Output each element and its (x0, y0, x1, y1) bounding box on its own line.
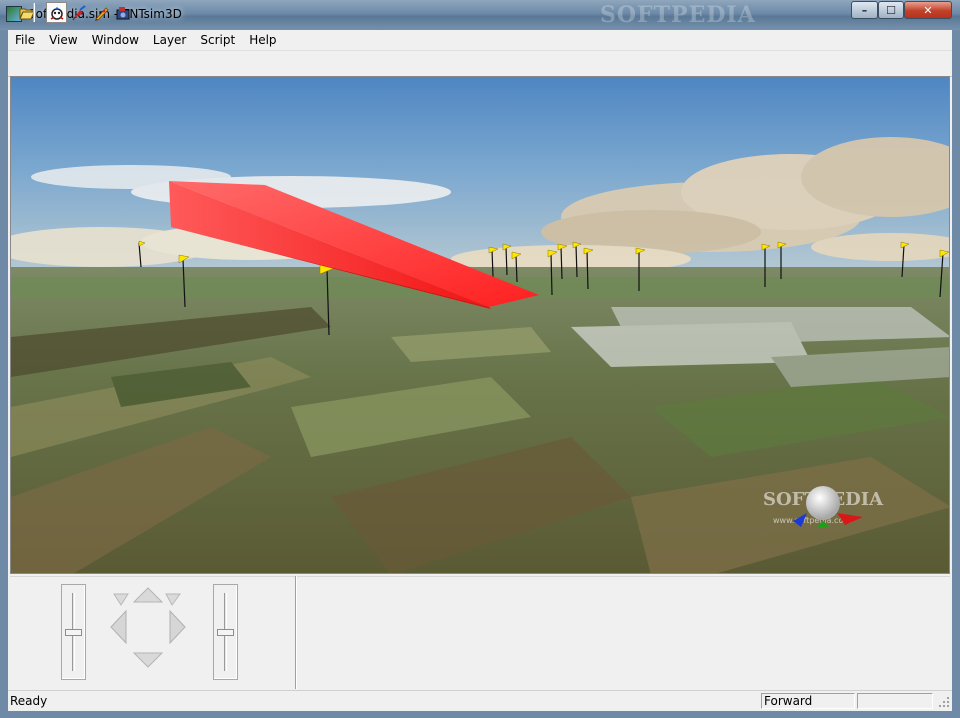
record-button[interactable] (112, 2, 133, 23)
status-extra-pane (857, 693, 933, 709)
navigate-button[interactable] (46, 2, 67, 23)
terrain-scene[interactable]: SOFTPEDIA www.softpedia.com (11, 77, 950, 574)
menu-window[interactable]: Window (85, 30, 146, 50)
menu-script[interactable]: Script (193, 30, 242, 50)
status-text: Ready (10, 694, 48, 708)
up-right-arrow-icon[interactable] (165, 593, 181, 606)
left-slider-thumb[interactable] (65, 629, 82, 636)
minimize-button[interactable]: – (851, 1, 878, 19)
walk-icon (50, 6, 63, 20)
svg-text:www.softpedia.com: www.softpedia.com (773, 516, 851, 525)
status-mode-pane: Forward (761, 693, 855, 709)
camera-icon (116, 6, 129, 19)
pick-button[interactable] (90, 2, 111, 23)
left-arrow-icon[interactable] (110, 609, 127, 645)
left-slider[interactable] (61, 584, 86, 680)
right-slider-thumb[interactable] (217, 629, 234, 636)
pencil-icon (94, 6, 109, 21)
menu-help[interactable]: Help (242, 30, 283, 50)
fly-button[interactable] (68, 2, 89, 23)
right-slider[interactable] (213, 584, 238, 680)
panel-divider (295, 576, 297, 689)
fly-icon (71, 4, 86, 20)
up-arrow-icon[interactable] (132, 587, 164, 603)
direction-pad[interactable] (108, 585, 188, 669)
menu-layer[interactable]: Layer (146, 30, 193, 50)
maximize-button[interactable]: ☐ (878, 1, 904, 19)
toolbar-separator (33, 3, 35, 22)
3d-viewport[interactable]: SOFTPEDIA www.softpedia.com (10, 76, 950, 574)
menu-view[interactable]: View (42, 30, 84, 50)
down-arrow-icon[interactable] (132, 652, 164, 668)
toolbar (8, 51, 952, 77)
menu-bar: File View Window Layer Script Help (8, 30, 952, 51)
right-arrow-icon[interactable] (169, 609, 186, 645)
close-button[interactable]: ✕ (904, 1, 952, 19)
resize-grip-icon[interactable] (938, 696, 950, 708)
up-left-arrow-icon[interactable] (113, 593, 129, 606)
menu-file[interactable]: File (8, 30, 42, 50)
title-watermark: SOFTPEDIA (600, 2, 756, 28)
